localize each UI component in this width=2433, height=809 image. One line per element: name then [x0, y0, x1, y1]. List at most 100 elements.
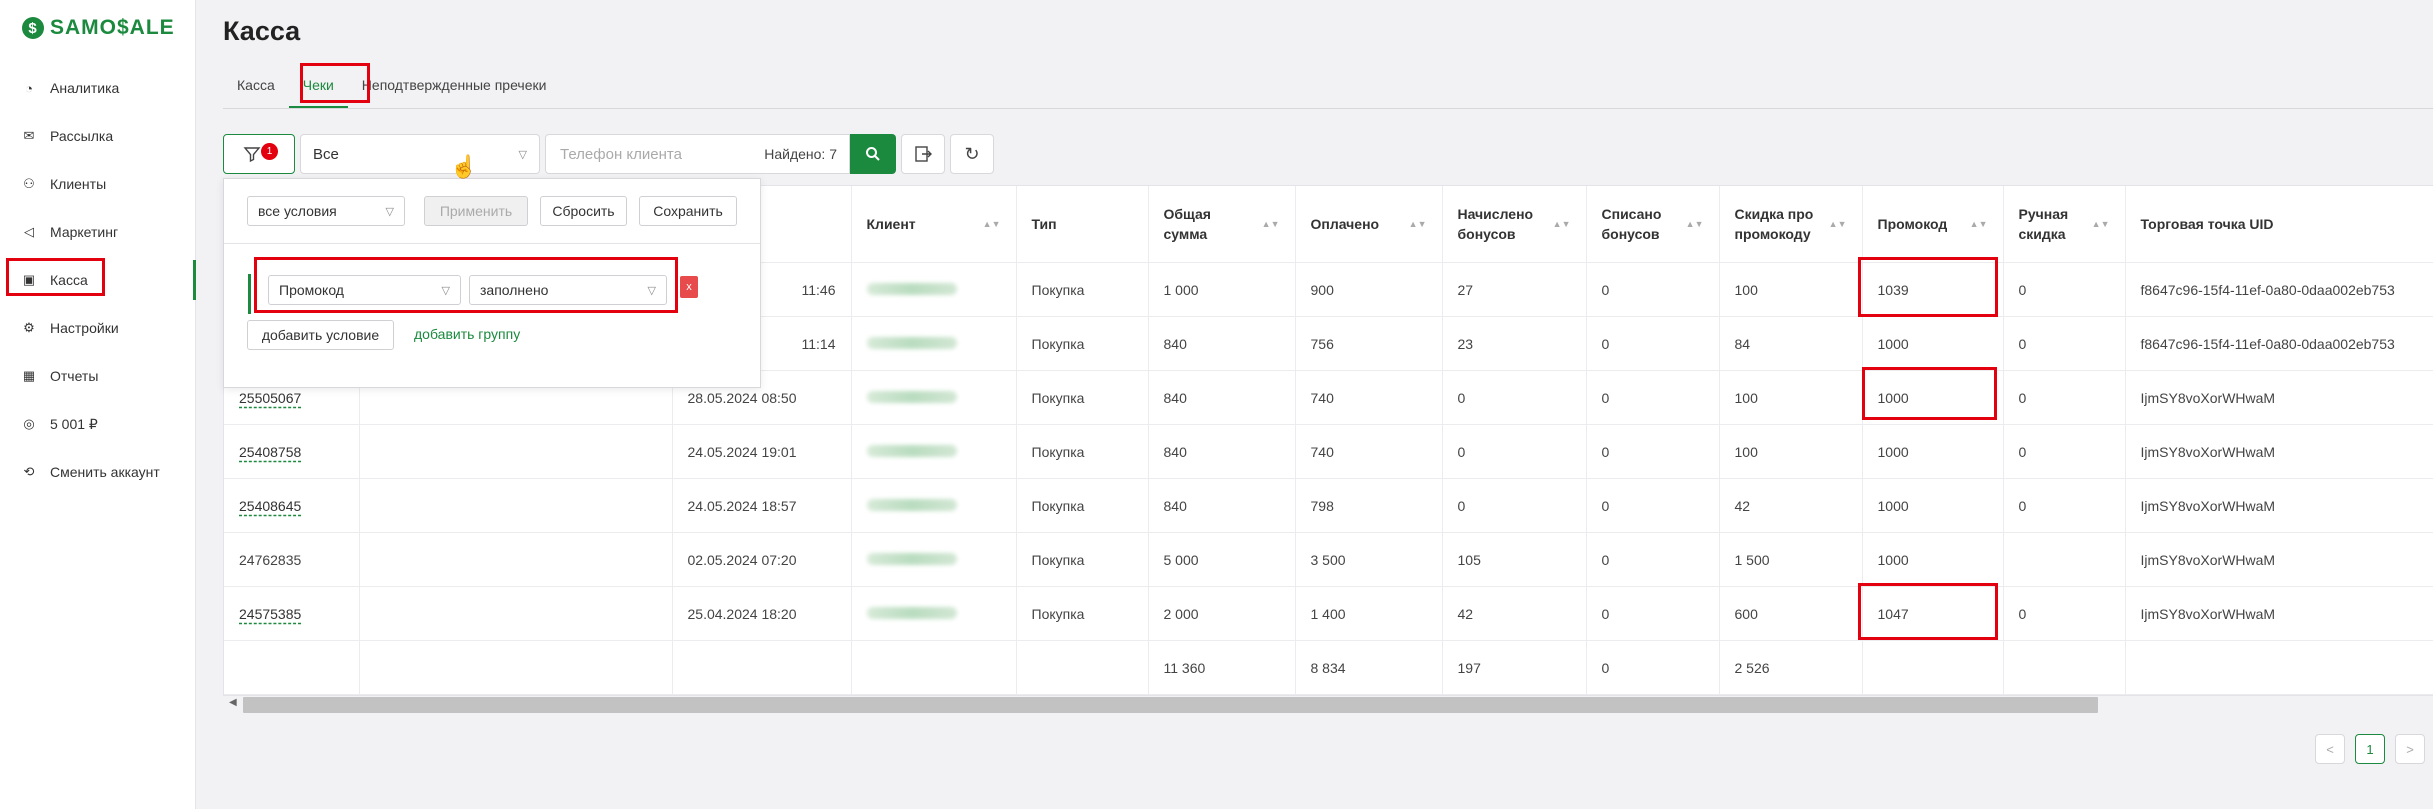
filter-button[interactable]: 1	[223, 134, 295, 174]
refresh-button[interactable]: ↻	[950, 134, 994, 174]
conditions-select[interactable]: все условия ▽	[247, 196, 405, 226]
sort-icon: ▲▼	[1828, 219, 1847, 229]
written-off-bonuses: 0	[1586, 424, 1720, 479]
promo-discount: 42	[1719, 478, 1863, 533]
sidebar-item-label: Клиенты	[50, 176, 107, 192]
sidebar-item-cash[interactable]: ▣ Касса	[0, 256, 196, 304]
table-row[interactable]: 25408758 24.05.2024 19:01 Покупка 840 74…	[224, 424, 2433, 479]
tab-bar: Касса Чеки Неподтвержденные пречеки	[223, 64, 2433, 109]
promo-code: 1000	[1862, 424, 2004, 479]
sidebar-item-switch-account[interactable]: ⟲ Сменить аккаунт	[0, 448, 195, 496]
status-select[interactable]: Все ▽	[300, 134, 540, 174]
sort-icon: ▲▼	[2091, 219, 2110, 229]
column-header-manual-discount[interactable]: Ручная скидка ▲▼	[2003, 186, 2126, 263]
store-uid: IjmSY8voXorWHwaM	[2125, 586, 2433, 641]
prev-page-button[interactable]: <	[2315, 734, 2345, 764]
column-header-type: Тип	[1016, 186, 1149, 263]
paid-amount: 900	[1295, 262, 1443, 317]
sidebar-item-label: Касса	[50, 272, 88, 288]
column-header-paid[interactable]: Оплачено ▲▼	[1295, 186, 1443, 263]
client-phone-blurred	[851, 370, 1017, 425]
column-header-total[interactable]: Общая сумма ▲▼	[1148, 186, 1296, 263]
chevron-down-icon: ▽	[647, 284, 656, 297]
receipt-date: 24.05.2024 19:01	[672, 424, 852, 479]
table-row[interactable]: 24762835 02.05.2024 07:20 Покупка 5 000 …	[224, 532, 2433, 587]
reset-button[interactable]: Сбросить	[540, 196, 627, 226]
empty-cell	[2003, 640, 2126, 695]
sidebar-item-clients[interactable]: ⚇ Клиенты	[0, 160, 195, 208]
promo-discount: 100	[1719, 262, 1863, 317]
operator-select[interactable]: заполнено ▽	[469, 275, 667, 305]
sidebar-item-reports[interactable]: ▦ Отчеты	[0, 352, 195, 400]
sidebar-item-balance[interactable]: ◎ 5 001 ₽	[0, 400, 195, 448]
column-header-promo-discount[interactable]: Скидка про промокоду ▲▼	[1719, 186, 1863, 263]
empty-cell	[359, 424, 673, 479]
client-phone-blurred	[851, 586, 1017, 641]
refresh-icon: ↻	[964, 143, 980, 164]
search-button[interactable]	[850, 134, 896, 174]
empty-cell	[672, 640, 852, 695]
column-header-client[interactable]: Клиент ▲▼	[851, 186, 1017, 263]
add-condition-button[interactable]: добавить условие	[247, 320, 394, 350]
accrued-bonuses: 42	[1442, 586, 1587, 641]
client-phone-blurred	[851, 478, 1017, 533]
found-count: Найдено: 7	[764, 146, 837, 162]
sidebar-item-marketing[interactable]: ◁ Маркетинг	[0, 208, 195, 256]
receipt-id[interactable]: 24575385	[224, 586, 360, 641]
receipt-type: Покупка	[1016, 262, 1149, 317]
table-row[interactable]: 25408645 24.05.2024 18:57 Покупка 840 79…	[224, 478, 2433, 533]
field-select[interactable]: Промокод ▽	[268, 275, 461, 305]
tab-cash[interactable]: Касса	[223, 64, 289, 106]
tab-unconfirmed-prechecks[interactable]: Неподтвержденные пречеки	[348, 64, 561, 106]
export-button[interactable]	[901, 134, 945, 174]
scroll-left-arrow-icon[interactable]: ◀	[229, 697, 237, 708]
tab-receipts[interactable]: Чеки	[288, 64, 348, 108]
sidebar-nav: ◔ Аналитика ✉ Рассылка ⚇ Клиенты ◁ Маркетинг…	[0, 64, 196, 496]
written-off-bonuses: 0	[1586, 262, 1720, 317]
column-header-accrued-bonuses[interactable]: Начислено бонусов ▲▼	[1442, 186, 1587, 263]
paid-amount: 756	[1295, 316, 1443, 371]
sidebar-item-label: Аналитика	[50, 80, 120, 96]
mouse-cursor-icon: ☝	[450, 154, 478, 179]
empty-cell	[2125, 640, 2433, 695]
remove-condition-button[interactable]: x	[680, 276, 698, 298]
receipt-id[interactable]: 25408758	[224, 424, 360, 479]
totals-row: 11 360 8 834 197 0 2 526	[224, 640, 2433, 695]
manual-discount	[2003, 532, 2126, 587]
manual-discount: 0	[2003, 424, 2126, 479]
save-button[interactable]: Сохранить	[639, 196, 737, 226]
table-row[interactable]: 24575385 25.04.2024 18:20 Покупка 2 000 …	[224, 586, 2433, 641]
store-uid: IjmSY8voXorWHwaM	[2125, 532, 2433, 587]
sidebar-item-analytics[interactable]: ◔ Аналитика	[0, 64, 195, 112]
table-icon: ▦	[22, 368, 36, 383]
scrollbar-thumb[interactable]	[243, 697, 2098, 713]
accrued-bonuses: 105	[1442, 532, 1587, 587]
accrued-bonuses-sum: 197	[1442, 640, 1587, 695]
sidebar-item-mailing[interactable]: ✉ Рассылка	[0, 112, 195, 160]
total-amount: 2 000	[1148, 586, 1296, 641]
column-header-written-off-bonuses[interactable]: Списано бонусов ▲▼	[1586, 186, 1720, 263]
add-group-link[interactable]: добавить группу	[414, 326, 520, 342]
page-button[interactable]: 1	[2355, 734, 2385, 764]
promo-discount: 1 500	[1719, 532, 1863, 587]
brand-logo[interactable]: $ SAMO$ALE	[22, 16, 175, 40]
sort-icon: ▲▼	[1552, 219, 1571, 229]
apply-button[interactable]: Применить	[424, 196, 528, 226]
horizontal-scrollbar[interactable]: ◀	[223, 695, 2433, 713]
receipt-type: Покупка	[1016, 370, 1149, 425]
receipt-type: Покупка	[1016, 316, 1149, 371]
pie-chart-icon: ◔	[25, 80, 33, 96]
phone-input[interactable]	[558, 144, 752, 164]
receipt-date: 25.04.2024 18:20	[672, 586, 852, 641]
sort-icon: ▲▼	[1261, 219, 1280, 229]
conditions-select-value: все условия	[258, 203, 337, 219]
receipt-id[interactable]: 25408645	[224, 478, 360, 533]
sidebar-item-label: Сменить аккаунт	[50, 464, 160, 480]
next-page-button[interactable]: >	[2395, 734, 2425, 764]
status-select-value: Все	[313, 145, 339, 163]
page-title: Касса	[223, 16, 301, 46]
sidebar-item-settings[interactable]: ⚙ Настройки	[0, 304, 195, 352]
gear-icon: ⚙	[23, 320, 35, 335]
empty-cell	[224, 640, 360, 695]
column-header-promo[interactable]: Промокод ▲▼	[1862, 186, 2004, 263]
